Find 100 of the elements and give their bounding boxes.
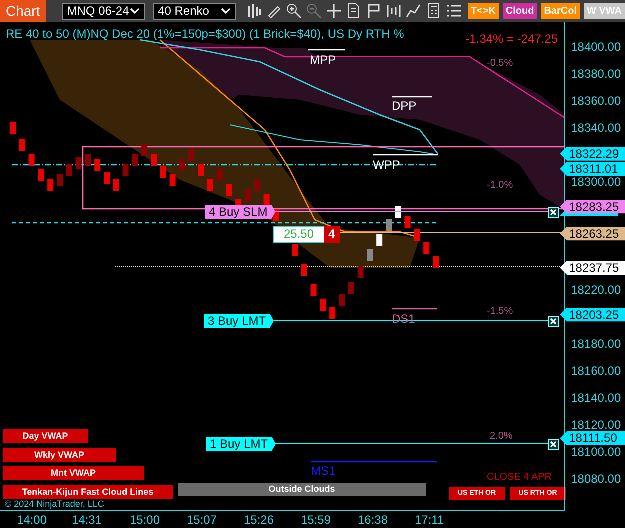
time-label: 15:26 [244,513,274,527]
percent-label: -0.5% [487,58,514,69]
renko-brick [76,157,82,169]
renko-brick [160,166,166,178]
line-chart-icon[interactable] [406,3,422,19]
pivot-level-line [392,96,432,98]
price-tick-label: 18360.00 [571,95,622,108]
bracket-chart-icon[interactable] [386,3,402,19]
renko-brick [132,154,138,166]
toolbar-toggle-button[interactable]: Cloud [502,3,538,19]
renko-brick [339,294,345,306]
renko-brick [395,206,402,218]
bar-chart-icon[interactable] [246,3,262,19]
pivot-level-line [373,154,438,156]
percent-label: -1.5% [487,306,514,317]
percent-label: 2.0% [490,431,513,442]
position-pnl-label: 25.50 [273,226,325,243]
price-tick-label: 18120.00 [571,419,622,432]
price-marker: 18111.50 [560,431,625,446]
price-tick-label: 18180.00 [571,338,622,351]
renko-brick [301,264,308,276]
profit-loss-label: -1.34% = -247.25 [466,32,558,46]
renko-brick [10,122,16,134]
price-marker: 18263.25 [560,226,625,241]
bar-type-dropdown[interactable]: 40 Renko [153,2,236,20]
renko-brick [122,164,129,176]
renko-brick [66,164,72,176]
copyright-text: © 2024 NinjaTrader, LLC [5,499,104,509]
chevron-icon [130,7,140,15]
price-tick-label: 18300.00 [571,176,622,189]
renko-brick [386,219,392,231]
renko-brick [85,154,92,166]
order-label[interactable]: 3 Buy LMT [204,314,274,328]
price-tick-label: 18140.00 [571,392,622,405]
renko-brick [151,154,157,166]
renko-brick [414,229,420,241]
percent-label: -1.0% [487,180,514,191]
renko-brick [38,169,44,181]
indicator-toggle-button[interactable]: Wkly VWAP [3,448,116,462]
calculator-icon[interactable] [426,3,442,19]
renko-brick [376,234,383,246]
renko-brick [424,242,430,254]
price-tick-label: 18220.00 [571,284,622,297]
pivot-level-label: DPP [392,99,417,113]
renko-brick [367,249,374,261]
pivot-level-line [308,49,345,51]
price-marker: 18237.75 [560,261,625,276]
price-marker: 18203.25 [560,308,625,322]
price-tick-label: 18400.00 [571,41,622,54]
indicator-toggle-button[interactable]: Day VWAP [3,429,88,443]
position-quantity: 4 [324,226,340,243]
price-tick-label: 18160.00 [571,365,622,378]
close-icon[interactable] [548,207,559,218]
indicator-toggle-button[interactable]: Mnt VWAP [3,466,144,480]
renko-brick [170,174,176,186]
outside-clouds-button[interactable]: Outside Clouds [178,483,426,496]
crosshair-icon[interactable] [326,3,342,19]
chart-tab[interactable]: Chart [0,0,46,22]
renko-brick [48,179,54,191]
renko-brick [28,154,35,166]
renko-brick [330,307,336,319]
renko-brick [358,266,364,278]
renko-brick [179,159,186,171]
price-tick-label: 18380.00 [571,68,622,81]
close-date-label: CLOSE 4 APR [487,472,552,483]
chart-legend: RE 40 to 50 (M)NQ Dec 20 (1%=150p=$300) (1 Brick=$40), US Dy RTH % [6,27,404,41]
instrument-dropdown[interactable]: MNQ 06-24 [62,2,146,20]
pivot-level-label: MPP [310,53,336,67]
indicator-toggle-button[interactable]: Tenkan-Kijun Fast Cloud Lines [3,484,173,498]
renko-brick [198,164,204,176]
close-icon[interactable] [548,439,559,450]
time-label: 17:11 [415,513,444,527]
time-label: 14:31 [72,513,102,527]
renko-brick [57,174,63,186]
renko-brick [19,139,26,151]
document-icon[interactable] [346,3,362,19]
renko-brick [188,149,195,161]
renko-brick [320,299,326,311]
zoom-in-icon[interactable] [286,3,302,19]
list-icon[interactable] [446,3,462,19]
renko-brick [433,256,439,268]
close-icon[interactable] [548,316,559,327]
pivot-level-label: MS1 [311,464,336,478]
renko-brick [94,159,101,171]
price-marker: 18283.25 [560,200,625,214]
price-tick-label: 18100.00 [571,446,622,459]
pivot-level-line [392,308,437,310]
renko-brick [310,284,317,296]
renko-brick [142,144,148,156]
renko-brick [292,244,298,256]
flag-icon[interactable] [366,3,382,19]
order-label[interactable]: 4 Buy SLM [205,205,276,219]
time-label: 14:00 [17,513,48,527]
renko-brick [104,172,110,184]
price-marker: 18311.01 [560,162,625,176]
time-label: 15:07 [187,513,218,527]
price-tick-label: 18340.00 [571,122,622,135]
order-label[interactable]: 1 Buy LMT [206,437,276,451]
chevron-icon [220,7,231,15]
renko-brick [348,282,354,294]
